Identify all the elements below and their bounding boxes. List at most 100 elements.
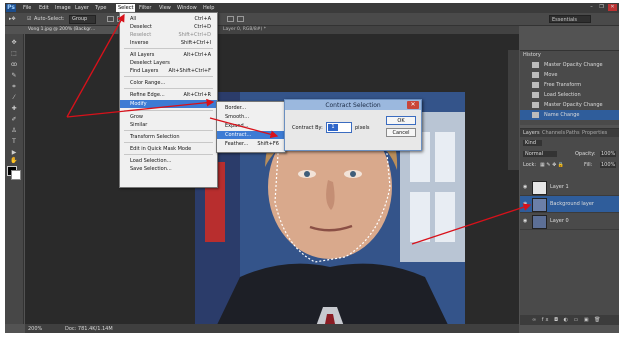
menu-item-deselect[interactable]: Deselect Ctrl+D	[120, 23, 217, 31]
menu-filter[interactable]: Filter	[139, 5, 151, 11]
cancel-button[interactable]: Cancel	[386, 128, 416, 137]
zoom-level[interactable]: 200%	[28, 326, 42, 332]
layer-row[interactable]: ◉ Layer 0	[520, 213, 619, 230]
quick-select-tool-icon[interactable]: ✎	[8, 71, 20, 80]
menu-item-refine-edge[interactable]: Refine Edge... Alt+Ctrl+R	[120, 91, 217, 99]
background-color-swatch[interactable]	[11, 170, 21, 180]
dialog-close-button[interactable]: ✕	[407, 101, 419, 109]
menu-item-reselect[interactable]: Reselect Shift+Ctrl+D	[120, 31, 217, 39]
menu-item-save-selection[interactable]: Save Selection...	[120, 165, 217, 173]
visibility-eye-icon[interactable]: ◉	[523, 184, 527, 190]
close-button[interactable]: ✕	[608, 4, 617, 11]
auto-select-checkbox[interactable]: ☑	[27, 16, 31, 22]
kind-filter-dropdown[interactable]: Kind	[523, 140, 543, 146]
ok-button[interactable]: OK	[386, 116, 416, 125]
document-tabs: Vong 1.jpg @ 200% (Backgr… Layer 0, RGB/…	[25, 26, 519, 34]
move-tool-icon[interactable]: ▸✥	[9, 16, 16, 22]
menu-item-all-layers[interactable]: All Layers Alt+Ctrl+A	[120, 51, 217, 59]
text-tool-icon[interactable]: T	[8, 137, 20, 146]
history-item-selected[interactable]: Name Change	[520, 110, 619, 120]
visibility-eye-icon[interactable]: ◉	[523, 201, 527, 207]
menu-item-quick-mask[interactable]: Edit in Quick Mask Mode	[120, 145, 217, 153]
tab-channels[interactable]: Channels	[542, 130, 565, 136]
menu-item-deselect-layers[interactable]: Deselect Layers	[120, 59, 217, 67]
contract-by-value[interactable]: 1	[328, 124, 338, 131]
menu-item-all[interactable]: All Ctrl+A	[120, 15, 217, 23]
menu-item-find-layers[interactable]: Find Layers Alt+Shift+Ctrl+F	[120, 67, 217, 75]
history-state-icon	[532, 92, 539, 98]
workspace-dropdown[interactable]: Essentials	[549, 15, 591, 23]
menu-item-contract[interactable]: Contract...	[217, 131, 285, 139]
menu-item-expand[interactable]: Expand...	[217, 122, 285, 130]
stamp-tool-icon[interactable]: ♙	[8, 126, 20, 135]
menu-select[interactable]: Select	[116, 4, 136, 12]
lasso-tool-icon[interactable]: ꝏ	[8, 60, 20, 69]
history-tab[interactable]: History	[523, 52, 541, 58]
marquee-tool-icon[interactable]: ⬚	[8, 49, 20, 58]
layer-filter-row: Kind	[523, 140, 619, 146]
menu-item-border[interactable]: Border...	[217, 104, 285, 112]
menu-item-transform-selection[interactable]: Transform Selection	[120, 133, 217, 141]
healing-brush-icon[interactable]: ✚	[8, 104, 20, 113]
tab-properties[interactable]: Properties	[582, 130, 607, 136]
collapsed-panel-dock[interactable]	[508, 50, 519, 170]
history-state-icon	[532, 82, 539, 88]
fill-value[interactable]: 100%	[600, 162, 617, 168]
layer-row-selected[interactable]: ◉ Background layer	[520, 196, 619, 213]
menu-file[interactable]: File	[23, 5, 31, 11]
minimize-button[interactable]: –	[587, 4, 596, 11]
menu-item-grow[interactable]: Grow	[120, 113, 217, 121]
menu-type[interactable]: Type	[95, 5, 106, 11]
menu-separator	[124, 142, 213, 143]
document-size: Doc: 781.4K/1.14M	[65, 326, 113, 332]
document-tab-suffix: Layer 0, RGB/8#) *	[223, 27, 266, 32]
menu-item-load-selection[interactable]: Load Selection...	[120, 157, 217, 165]
history-item[interactable]: Master Opacity Change	[520, 60, 619, 70]
history-item[interactable]: Master Opacity Change	[520, 100, 619, 110]
visibility-eye-icon[interactable]: ◉	[523, 218, 527, 224]
menu-item-inverse[interactable]: Inverse Shift+Ctrl+I	[120, 39, 217, 47]
eyedropper-tool-icon[interactable]: ⁄	[8, 93, 20, 102]
tab-paths[interactable]: Paths	[566, 130, 580, 136]
3d-mode-icon[interactable]	[237, 16, 244, 22]
history-item[interactable]: Move	[520, 70, 619, 80]
opacity-value[interactable]: 100%	[600, 151, 617, 157]
dialog-titlebar[interactable]: Contract Selection ✕	[285, 100, 421, 110]
document-tab[interactable]: Vong 1.jpg @ 200% (Backgr…	[25, 26, 118, 34]
3d-mode-icon[interactable]	[227, 16, 234, 22]
align-icon[interactable]	[107, 16, 114, 22]
canvas-area[interactable]	[25, 34, 519, 329]
group-dropdown[interactable]: Group	[69, 15, 97, 24]
menu-window[interactable]: Window	[177, 5, 197, 11]
opacity-label: Opacity:	[575, 151, 596, 157]
history-state-icon	[532, 62, 539, 68]
menu-edit[interactable]: Edit	[39, 5, 49, 11]
maximize-button[interactable]: ❐	[597, 4, 606, 11]
crop-tool-icon[interactable]: ⌗	[8, 82, 20, 91]
menu-view[interactable]: View	[159, 5, 171, 11]
history-item[interactable]: Free Transform	[520, 80, 619, 90]
tab-layers[interactable]: Layers	[523, 130, 540, 136]
history-state-icon	[532, 72, 539, 78]
hand-tool-icon[interactable]: ✋	[8, 156, 20, 165]
menu-item-color-range[interactable]: Color Range...	[120, 79, 217, 87]
modify-submenu: Border... Smooth... Expand... Contract..…	[216, 101, 286, 153]
history-item[interactable]: Load Selection	[520, 90, 619, 100]
lock-icons[interactable]: ▦ ✎ ✥ 🔒	[540, 162, 564, 168]
brush-tool-icon[interactable]: ✐	[8, 115, 20, 124]
menu-item-similar[interactable]: Similar	[120, 121, 217, 129]
blend-mode-dropdown[interactable]: Normal	[523, 151, 558, 157]
layer-name: Layer 0	[550, 218, 569, 224]
menu-item-modify[interactable]: Modify ▸	[120, 100, 217, 108]
menu-help[interactable]: Help	[203, 5, 214, 11]
contract-by-input[interactable]: 1	[326, 122, 352, 133]
move-tool-icon[interactable]: ✥	[8, 38, 20, 47]
menu-item-feather[interactable]: Feather... Shift+F6	[217, 140, 285, 148]
layer-row[interactable]: ◉ Layer 1	[520, 179, 619, 196]
menu-image[interactable]: Image	[55, 5, 71, 11]
menu-layer[interactable]: Layer	[75, 5, 89, 11]
contract-by-label: Contract By:	[292, 125, 323, 131]
menu-item-smooth[interactable]: Smooth...	[217, 113, 285, 121]
auto-select-label: Auto-Select:	[34, 16, 65, 22]
layer-actions-icons[interactable]: ∞ fx ◘ ◐ ▭ ▣ 🗑	[532, 317, 603, 323]
